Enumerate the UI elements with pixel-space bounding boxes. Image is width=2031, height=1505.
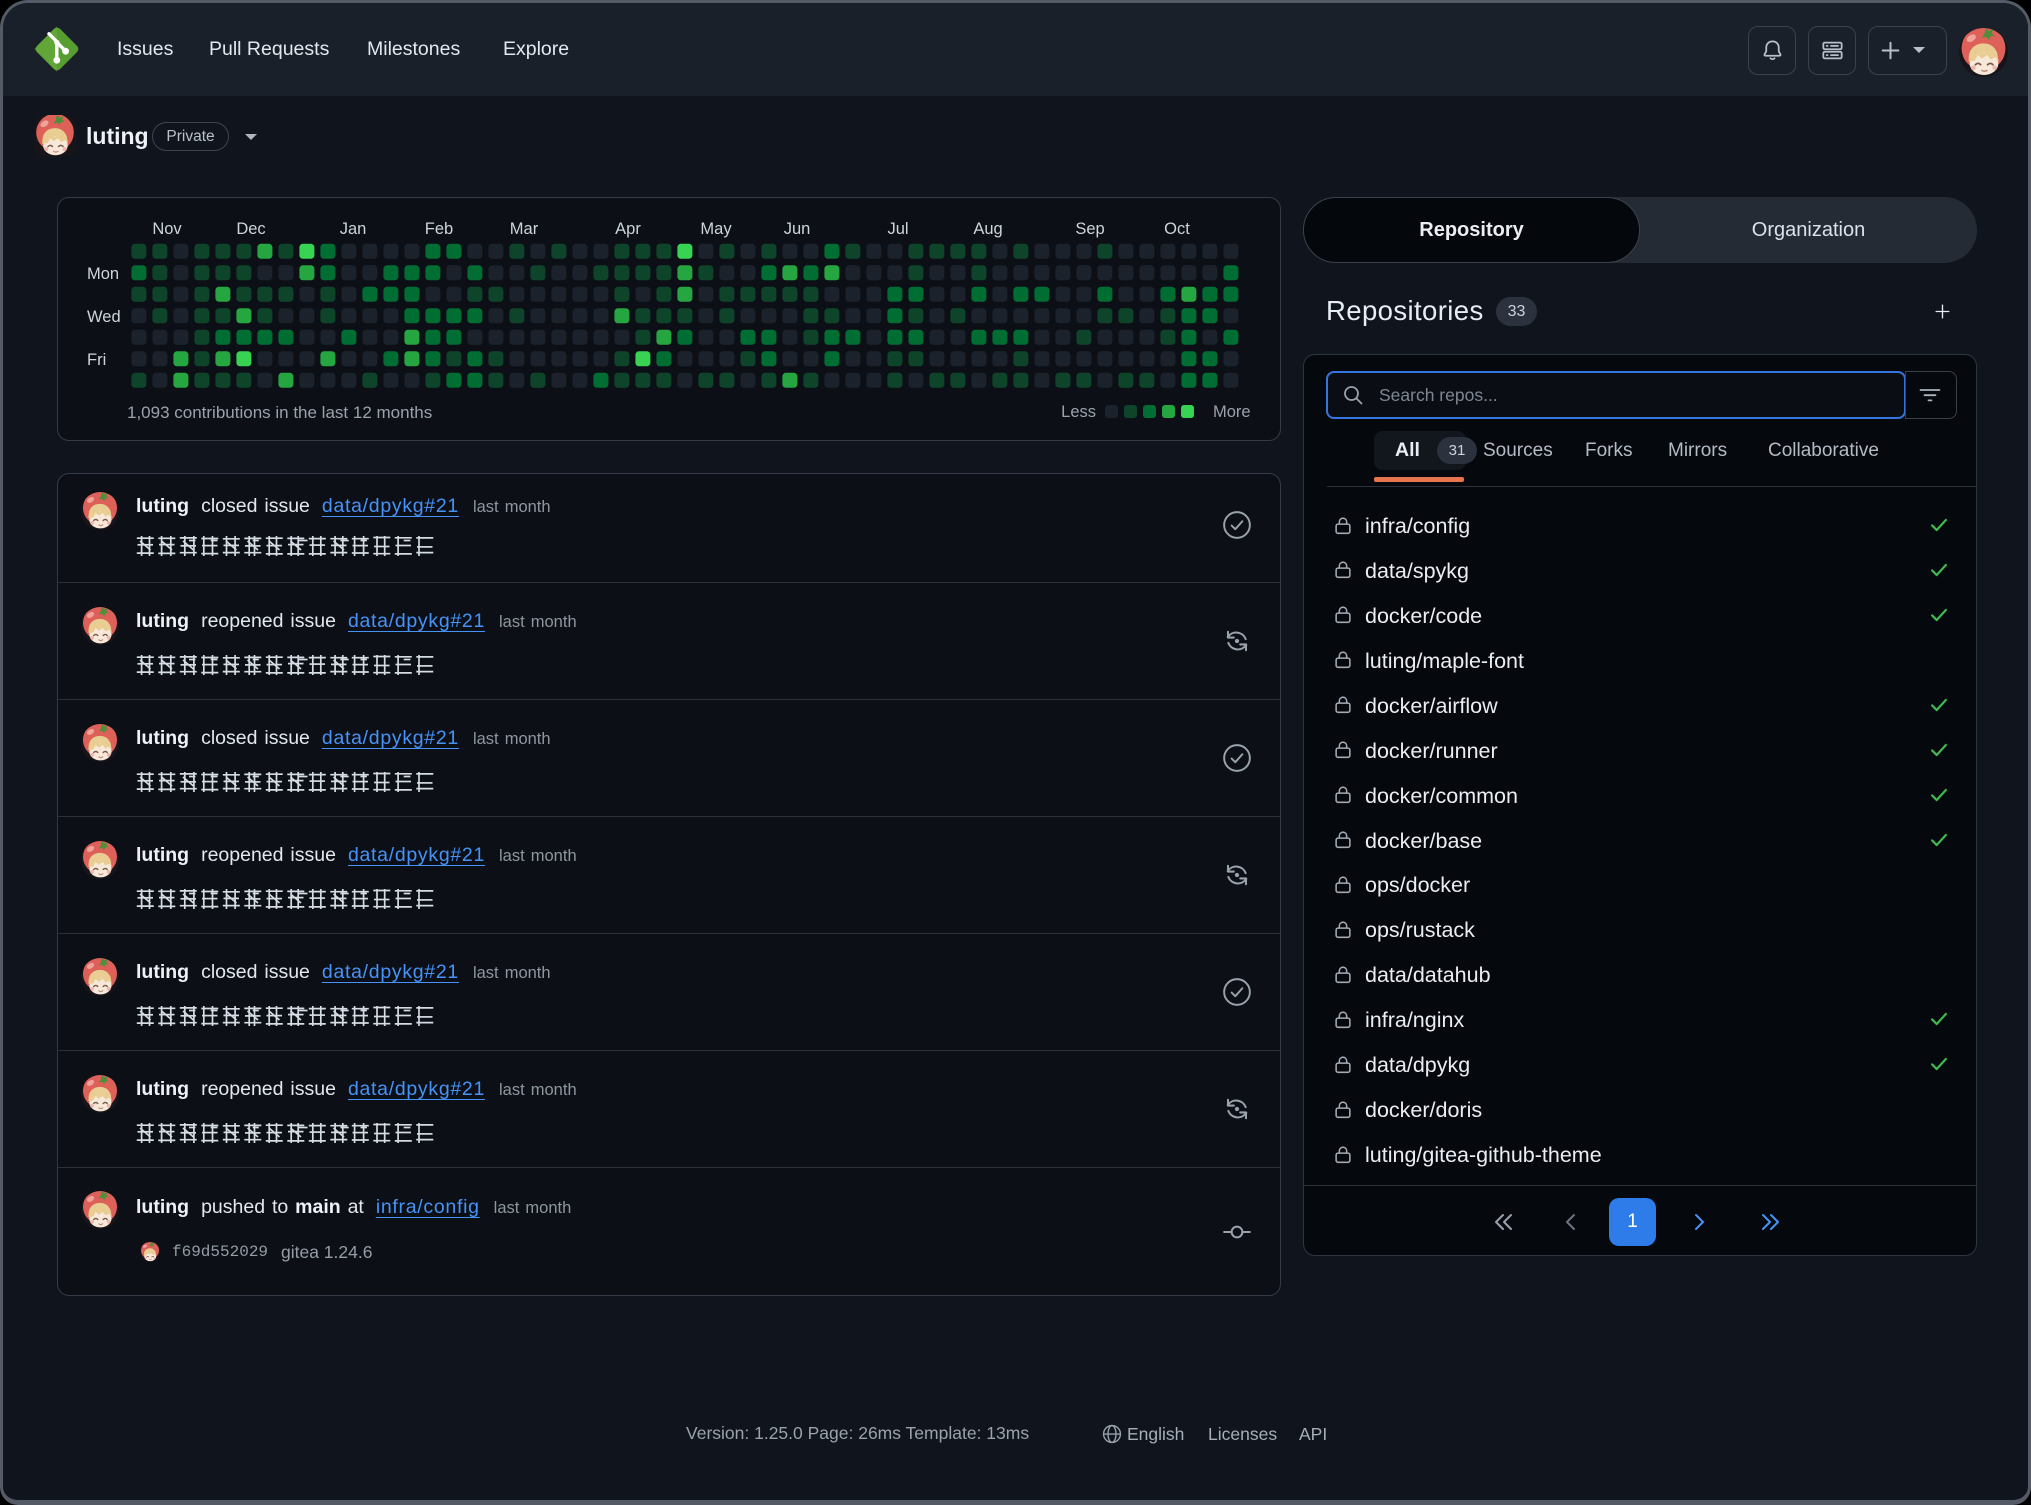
svg-text:Mar: Mar [510,220,539,238]
svg-text:Feb: Feb [425,220,453,238]
svg-text:Sep: Sep [1075,220,1104,238]
svg-text:More: More [1213,403,1251,421]
svg-text:Mon: Mon [87,265,119,283]
svg-text:Oct: Oct [1164,220,1190,238]
svg-text:Aug: Aug [973,220,1002,238]
svg-text:Jan: Jan [340,220,367,238]
svg-text:Less: Less [1061,403,1096,421]
svg-text:Wed: Wed [87,308,121,326]
svg-text:Jun: Jun [784,220,811,238]
svg-text:1,093 contributions in the las: 1,093 contributions in the last 12 month… [127,403,432,422]
svg-text:Nov: Nov [152,220,182,238]
svg-text:May: May [700,220,732,238]
svg-text:Apr: Apr [615,220,641,238]
svg-text:Fri: Fri [87,351,106,369]
svg-text:Dec: Dec [236,220,265,238]
svg-text:Jul: Jul [887,220,908,238]
